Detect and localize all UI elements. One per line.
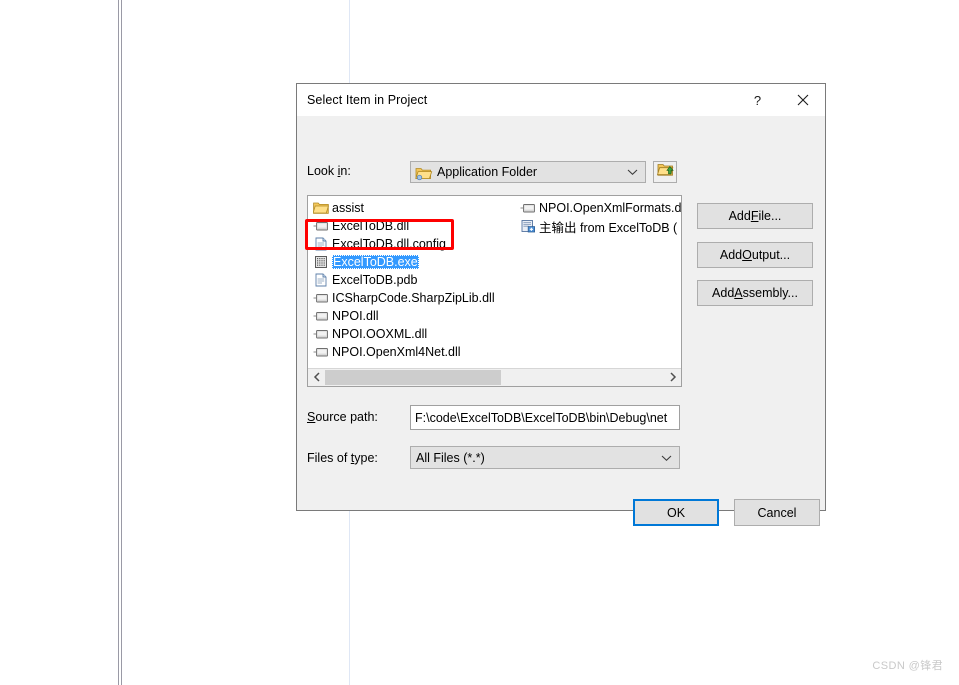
dll-icon <box>312 344 330 360</box>
scrollbar-thumb[interactable] <box>325 370 502 385</box>
folder-icon <box>312 200 330 216</box>
dialog-titlebar: Select Item in Project ? <box>297 84 825 116</box>
config-file-icon <box>312 272 330 288</box>
file-list-columns: assist ExcelToDB.dll ExcelToDB.dll.confi… <box>308 196 681 368</box>
dll-icon <box>312 308 330 324</box>
list-item[interactable]: NPOI.OpenXmlFormats.d <box>518 199 682 217</box>
watermark: CSDN @锋君 <box>872 660 943 672</box>
list-item[interactable]: ICSharpCode.SharpZipLib.dll <box>311 289 516 307</box>
look-in-label-pre: Look <box>307 164 338 178</box>
dll-icon <box>312 218 330 234</box>
add-file-button[interactable]: Add File... <box>697 203 813 229</box>
add-assembly-label-post: ssembly... <box>742 286 798 300</box>
add-file-label-pre: Add <box>728 209 751 223</box>
list-item-label: NPOI.dll <box>332 309 379 323</box>
list-item[interactable]: ExcelToDB.dll <box>311 217 516 235</box>
files-of-type-combo[interactable]: All Files (*.*) <box>410 446 680 469</box>
chevron-down-icon[interactable] <box>623 168 641 176</box>
look-in-value: Application Folder <box>437 165 538 179</box>
files-of-type-value: All Files (*.*) <box>416 450 485 465</box>
project-output-icon <box>519 218 537 234</box>
ok-button-label: OK <box>666 505 686 520</box>
list-item-label: ExcelToDB.exe <box>332 255 419 269</box>
add-assembly-label-accel: A <box>734 286 743 300</box>
list-item-selected[interactable]: ExcelToDB.exe <box>311 253 516 271</box>
list-item-label: ExcelToDB.pdb <box>332 273 418 287</box>
scrollbar-track[interactable] <box>325 369 664 386</box>
list-item-label: 主输出 from ExcelToDB ( <box>539 220 678 235</box>
help-button[interactable]: ? <box>735 84 780 116</box>
up-one-level-button[interactable] <box>653 161 677 183</box>
dll-icon <box>312 290 330 306</box>
chevron-left-icon <box>313 369 321 387</box>
dialog-body: Look in: Application Folder assist Excel… <box>297 116 825 526</box>
add-file-label-accel: F <box>750 209 759 223</box>
files-of-type-label: Files of type: <box>307 451 378 465</box>
up-one-level-folder-icon <box>656 162 674 182</box>
add-output-label-pre: Add <box>719 248 743 262</box>
select-item-dialog: Select Item in Project ? Look in: Applic… <box>296 83 826 526</box>
close-icon <box>797 94 809 106</box>
scroll-right-button[interactable] <box>664 369 681 386</box>
files-of-type-label-post: ype: <box>354 451 378 465</box>
add-output-label-post: utput... <box>751 248 791 262</box>
look-in-label-post: n: <box>340 164 351 178</box>
files-of-type-label-pre: Files of <box>307 451 351 465</box>
chevron-down-icon[interactable] <box>657 454 675 462</box>
list-item[interactable]: NPOI.OpenXml4Net.dll <box>311 343 516 361</box>
list-item-label: ICSharpCode.SharpZipLib.dll <box>332 291 495 305</box>
close-button[interactable] <box>780 84 825 116</box>
file-list[interactable]: assist ExcelToDB.dll ExcelToDB.dll.confi… <box>307 195 682 387</box>
page-edge-rule-1 <box>118 0 119 685</box>
source-path-label: Source path: <box>307 410 378 424</box>
list-item-label: NPOI.OpenXmlFormats.d <box>539 201 682 215</box>
add-assembly-button[interactable]: Add Assembly... <box>697 280 813 306</box>
chevron-right-icon <box>669 369 677 387</box>
dll-icon <box>312 326 330 342</box>
list-item[interactable]: 主输出 from ExcelToDB ( <box>518 217 681 235</box>
list-item-label: NPOI.OOXML.dll <box>332 327 428 341</box>
look-in-label: Look in: <box>307 164 351 178</box>
list-item-label: NPOI.OpenXml4Net.dll <box>332 345 461 359</box>
titlebar-buttons: ? <box>735 84 825 116</box>
list-item[interactable]: NPOI.dll <box>311 307 516 325</box>
list-item[interactable]: ExcelToDB.pdb <box>311 271 516 289</box>
cancel-button[interactable]: Cancel <box>734 499 820 526</box>
folder-open-icon <box>415 165 433 186</box>
source-path-label-post: ource path: <box>315 410 378 424</box>
list-item-label: assist <box>332 201 364 215</box>
ok-button[interactable]: OK <box>633 499 719 526</box>
list-item-label: ExcelToDB.dll <box>332 219 410 233</box>
source-path-input[interactable]: F:\code\ExcelToDB\ExcelToDB\bin\Debug\ne… <box>410 405 680 430</box>
cancel-button-label: Cancel <box>757 505 797 520</box>
file-list-right-column: NPOI.OpenXmlFormats.d 主输出 from ExcelToDB <box>518 199 682 235</box>
add-output-label-accel: O <box>742 248 752 262</box>
add-file-label-post: ile... <box>758 209 782 223</box>
add-assembly-label-pre: Add <box>712 286 735 300</box>
page-edge-rule-2 <box>121 0 122 685</box>
question-mark-icon: ? <box>753 92 762 108</box>
exe-icon <box>312 254 330 270</box>
list-item[interactable]: NPOI.OOXML.dll <box>311 325 516 343</box>
dialog-title: Select Item in Project <box>307 93 428 107</box>
config-file-icon <box>312 236 330 252</box>
look-in-combo[interactable]: Application Folder <box>410 161 646 183</box>
horizontal-scrollbar[interactable] <box>308 368 681 386</box>
file-list-left-column: assist ExcelToDB.dll ExcelToDB.dll.confi… <box>311 199 516 361</box>
list-item-label: ExcelToDB.dll.config <box>332 237 446 251</box>
list-item[interactable]: assist <box>311 199 516 217</box>
list-item[interactable]: ExcelToDB.dll.config <box>311 235 516 253</box>
add-output-button[interactable]: Add Output... <box>697 242 813 268</box>
source-path-value: F:\code\ExcelToDB\ExcelToDB\bin\Debug\ne… <box>415 410 668 425</box>
dll-icon <box>519 200 537 216</box>
scroll-left-button[interactable] <box>308 369 325 386</box>
